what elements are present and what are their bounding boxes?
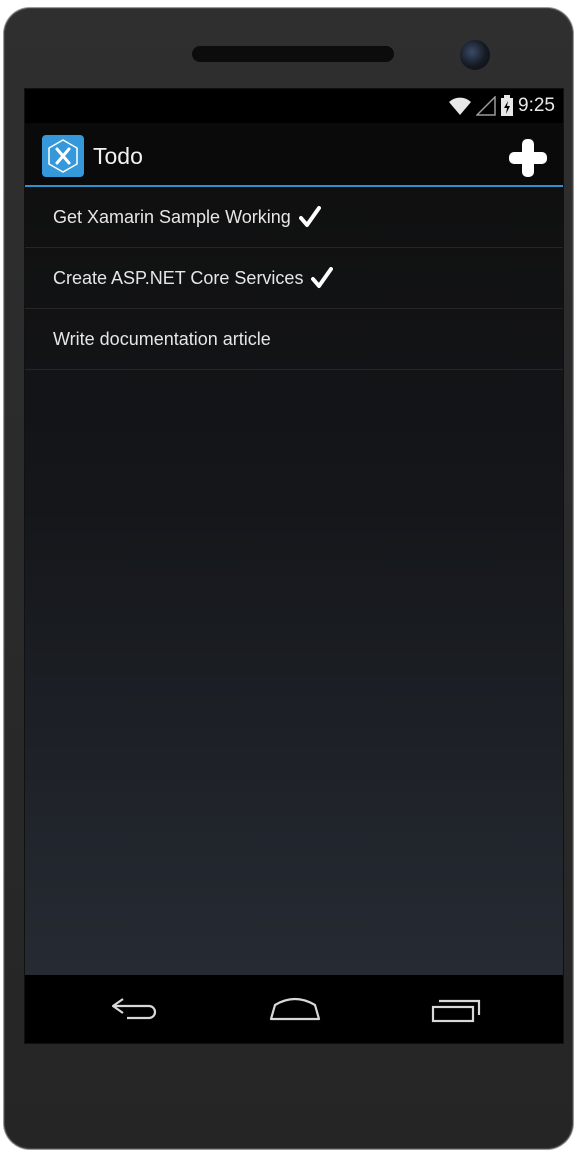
battery-icon: [501, 95, 514, 116]
device-screen: 9:25 Todo Get Xamarin Sample Working Cre…: [24, 88, 564, 1044]
todo-item-label: Get Xamarin Sample Working: [53, 206, 291, 227]
back-button[interactable]: [105, 991, 165, 1027]
plus-icon: [509, 139, 547, 177]
action-bar: Todo: [25, 123, 563, 187]
wifi-icon: [449, 97, 472, 115]
back-icon: [111, 998, 157, 1020]
app-title: Todo: [93, 143, 143, 169]
todo-list: Get Xamarin Sample Working Create ASP.NE…: [25, 187, 563, 975]
navigation-bar: [25, 975, 563, 1043]
status-icons: 9:25: [448, 94, 555, 118]
recent-apps-button[interactable]: [425, 991, 485, 1027]
phone-frame: 9:25 Todo Get Xamarin Sample Working Cre…: [4, 8, 573, 1149]
recent-apps-icon: [431, 999, 481, 1023]
home-button[interactable]: [265, 991, 325, 1027]
earpiece-speaker: [192, 46, 394, 62]
check-icon: [298, 206, 321, 227]
add-item-button[interactable]: [507, 137, 549, 179]
todo-item-label: Write documentation article: [53, 328, 271, 349]
xamarin-logo-icon[interactable]: [42, 135, 84, 177]
signal-icon: [476, 96, 496, 116]
status-bar: 9:25: [25, 89, 563, 123]
list-item[interactable]: Get Xamarin Sample Working: [25, 187, 563, 248]
list-item[interactable]: Create ASP.NET Core Services: [25, 248, 563, 309]
front-camera: [460, 40, 490, 70]
todo-item-label: Create ASP.NET Core Services: [53, 267, 304, 288]
list-item[interactable]: Write documentation article: [25, 309, 563, 370]
check-icon: [311, 267, 334, 288]
home-icon: [269, 997, 321, 1021]
status-time: 9:25: [518, 95, 555, 116]
